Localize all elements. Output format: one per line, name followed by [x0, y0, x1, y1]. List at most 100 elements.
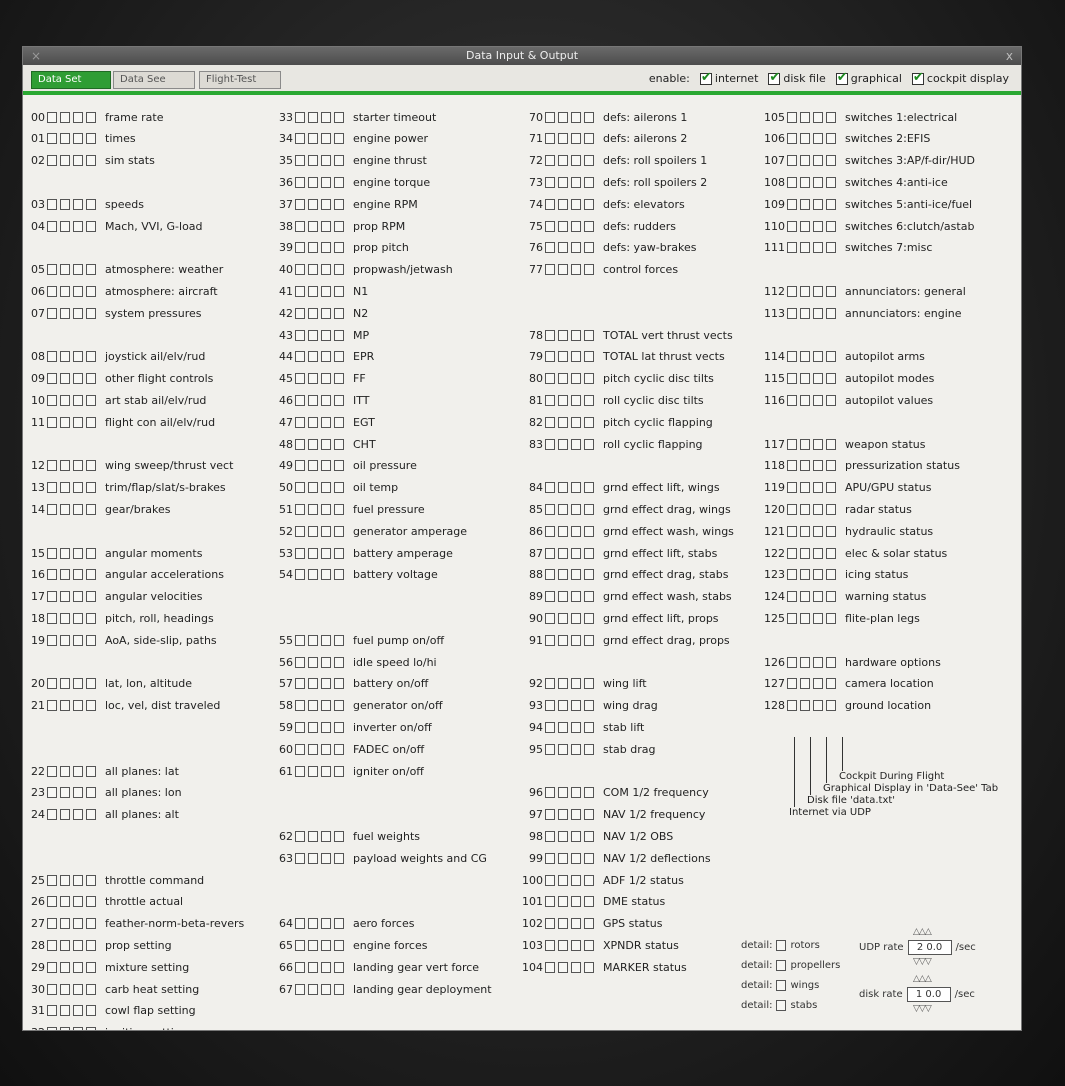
- graphical-checkbox[interactable]: [321, 242, 331, 254]
- internet-checkbox[interactable]: [545, 896, 555, 908]
- disk-checkbox[interactable]: [308, 547, 318, 559]
- internet-checkbox[interactable]: [47, 961, 57, 973]
- internet-checkbox[interactable]: [545, 155, 555, 167]
- disk-checkbox[interactable]: [308, 307, 318, 319]
- graphical-checkbox[interactable]: [73, 285, 83, 297]
- disk-checkbox[interactable]: [558, 155, 568, 167]
- internet-checkbox[interactable]: [787, 700, 797, 712]
- internet-checkbox[interactable]: [787, 242, 797, 254]
- graphical-checkbox[interactable]: [321, 111, 331, 123]
- cockpit-checkbox[interactable]: [826, 394, 836, 406]
- disk-checkbox[interactable]: [800, 656, 810, 668]
- internet-checkbox[interactable]: [47, 285, 57, 297]
- cockpit-checkbox[interactable]: [826, 503, 836, 515]
- internet-checkbox[interactable]: [545, 678, 555, 690]
- internet-checkbox[interactable]: [545, 591, 555, 603]
- internet-checkbox[interactable]: [545, 939, 555, 951]
- graphical-checkbox[interactable]: [73, 961, 83, 973]
- cockpit-checkbox[interactable]: [584, 329, 594, 341]
- graphical-checkbox[interactable]: [321, 961, 331, 973]
- internet-checkbox[interactable]: [47, 133, 57, 145]
- internet-checkbox[interactable]: [295, 765, 305, 777]
- internet-checkbox[interactable]: [787, 198, 797, 210]
- internet-checkbox[interactable]: [47, 503, 57, 515]
- internet-checkbox[interactable]: [295, 482, 305, 494]
- graphical-checkbox[interactable]: [73, 460, 83, 472]
- graphical-checkbox[interactable]: [73, 264, 83, 276]
- graphical-checkbox[interactable]: [321, 721, 331, 733]
- internet-checkbox[interactable]: [295, 656, 305, 668]
- disk-checkbox[interactable]: [800, 285, 810, 297]
- graphical-checkbox[interactable]: [571, 482, 581, 494]
- internet-checkbox[interactable]: [545, 874, 555, 886]
- cockpit-checkbox[interactable]: [584, 830, 594, 842]
- cockpit-checkbox[interactable]: [334, 569, 344, 581]
- disk-checkbox[interactable]: [308, 155, 318, 167]
- graphical-checkbox[interactable]: [571, 242, 581, 254]
- checkbox-icon[interactable]: [776, 1000, 787, 1011]
- internet-checkbox[interactable]: [545, 525, 555, 537]
- graphical-checkbox[interactable]: [571, 830, 581, 842]
- disk-rate-down-arrows[interactable]: ▽▽▽: [913, 1004, 932, 1014]
- graphical-checkbox[interactable]: [571, 939, 581, 951]
- tab-flight-test[interactable]: Flight-Test: [199, 71, 281, 89]
- internet-checkbox[interactable]: [787, 460, 797, 472]
- disk-checkbox[interactable]: [558, 852, 568, 864]
- graphical-checkbox[interactable]: [321, 503, 331, 515]
- cockpit-checkbox[interactable]: [826, 700, 836, 712]
- disk-checkbox[interactable]: [558, 416, 568, 428]
- disk-checkbox[interactable]: [60, 983, 70, 995]
- graphical-checkbox[interactable]: [813, 242, 823, 254]
- disk-checkbox[interactable]: [558, 874, 568, 886]
- graphical-checkbox[interactable]: [813, 373, 823, 385]
- disk-checkbox[interactable]: [60, 612, 70, 624]
- cockpit-checkbox[interactable]: [334, 918, 344, 930]
- internet-checkbox[interactable]: [47, 198, 57, 210]
- disk-checkbox[interactable]: [800, 242, 810, 254]
- internet-checkbox[interactable]: [295, 852, 305, 864]
- internet-checkbox[interactable]: [787, 220, 797, 232]
- cockpit-checkbox[interactable]: [584, 852, 594, 864]
- internet-checkbox[interactable]: [295, 394, 305, 406]
- cockpit-checkbox[interactable]: [86, 220, 96, 232]
- cockpit-checkbox[interactable]: [86, 547, 96, 559]
- graphical-checkbox[interactable]: [571, 700, 581, 712]
- graphical-checkbox[interactable]: [571, 961, 581, 973]
- cockpit-checkbox[interactable]: [584, 373, 594, 385]
- graphical-checkbox[interactable]: [321, 176, 331, 188]
- disk-checkbox[interactable]: [558, 264, 568, 276]
- cockpit-checkbox[interactable]: [826, 612, 836, 624]
- disk-checkbox[interactable]: [308, 373, 318, 385]
- disk-checkbox[interactable]: [60, 416, 70, 428]
- cockpit-checkbox[interactable]: [826, 155, 836, 167]
- udp-rate-down-arrows[interactable]: ▽▽▽: [913, 957, 932, 967]
- internet-checkbox[interactable]: [545, 438, 555, 450]
- graphical-checkbox[interactable]: [321, 678, 331, 690]
- enable-graphical[interactable]: graphical: [835, 70, 902, 85]
- graphical-checkbox[interactable]: [813, 569, 823, 581]
- graphical-checkbox[interactable]: [571, 503, 581, 515]
- disk-checkbox[interactable]: [800, 220, 810, 232]
- graphical-checkbox[interactable]: [73, 896, 83, 908]
- tab-data-set[interactable]: Data Set: [31, 71, 111, 89]
- graphical-checkbox[interactable]: [571, 133, 581, 145]
- enable-internet[interactable]: internet: [699, 70, 758, 85]
- cockpit-checkbox[interactable]: [826, 176, 836, 188]
- disk-checkbox[interactable]: [558, 678, 568, 690]
- tab-data-see[interactable]: Data See: [113, 71, 195, 89]
- cockpit-checkbox[interactable]: [584, 591, 594, 603]
- graphical-checkbox[interactable]: [813, 394, 823, 406]
- graphical-checkbox[interactable]: [321, 918, 331, 930]
- graphical-checkbox[interactable]: [73, 547, 83, 559]
- cockpit-checkbox[interactable]: [584, 220, 594, 232]
- graphical-checkbox[interactable]: [571, 547, 581, 559]
- graphical-checkbox[interactable]: [321, 416, 331, 428]
- graphical-checkbox[interactable]: [813, 460, 823, 472]
- cockpit-checkbox[interactable]: [334, 700, 344, 712]
- graphical-checkbox[interactable]: [571, 896, 581, 908]
- graphical-checkbox[interactable]: [813, 220, 823, 232]
- graphical-checkbox[interactable]: [73, 111, 83, 123]
- internet-checkbox[interactable]: [545, 220, 555, 232]
- internet-checkbox[interactable]: [295, 307, 305, 319]
- disk-checkbox[interactable]: [308, 721, 318, 733]
